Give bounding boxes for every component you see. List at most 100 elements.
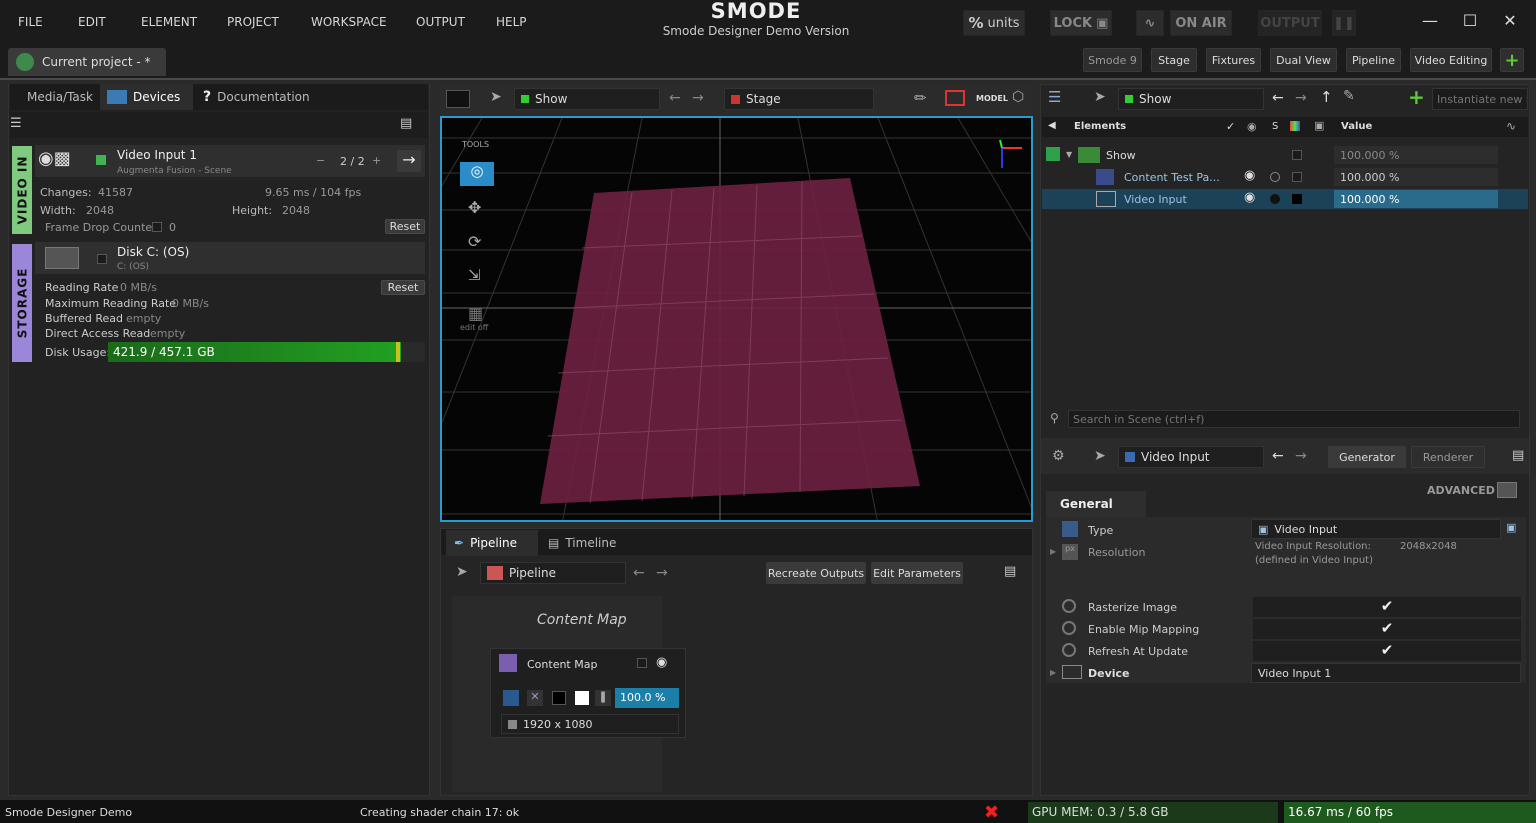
parent-up-icon[interactable]: ↑ (1320, 88, 1333, 106)
ruler-icon[interactable]: ✏ (914, 89, 927, 107)
tab-media-task[interactable]: Media/Task (27, 86, 93, 108)
inspector-back-icon[interactable]: ← (1272, 448, 1284, 464)
tab-documentation[interactable]: ? Documentation (203, 86, 310, 108)
content-map-visibility-icon[interactable]: ◉ (656, 655, 667, 670)
menu-help[interactable]: HELP (496, 15, 527, 29)
content-test-pattern-plane[interactable] (540, 178, 920, 504)
minimize-icon[interactable]: — (1418, 11, 1442, 33)
type-dropdown[interactable]: ▣ Video Input (1251, 519, 1501, 539)
pipeline-dropdown[interactable]: Pipeline (480, 562, 626, 584)
resolution-expand-icon[interactable]: ▶ (1050, 547, 1056, 556)
recreate-outputs-button[interactable]: Recreate Outputs (766, 562, 866, 584)
add-element-icon[interactable]: + (1408, 85, 1425, 109)
edit-parameters-button[interactable]: Edit Parameters (871, 562, 963, 584)
menu-project[interactable]: PROJECT (227, 15, 279, 29)
renderer-tab[interactable]: Renderer (1411, 446, 1485, 468)
mip-checkbox[interactable]: ✔ (1253, 619, 1521, 639)
goto-arrow-icon[interactable]: → (397, 150, 421, 172)
video-input-value[interactable]: 100.000 % (1334, 190, 1498, 208)
device-expand-icon[interactable]: ▶ (1050, 668, 1056, 677)
disk-checkbox[interactable] (97, 254, 107, 264)
inspector-pin-icon[interactable]: ➤ (1094, 448, 1106, 464)
reset-video-button[interactable]: Reset (385, 219, 425, 234)
content-test-visibility-icon[interactable]: ◉ (1244, 168, 1255, 183)
pipeline-forward-icon[interactable]: → (656, 565, 668, 581)
mask-icon[interactable]: ✕ (527, 690, 543, 706)
show-color-checkbox[interactable] (1292, 150, 1302, 160)
increment-button[interactable]: + (372, 154, 381, 167)
panel-menu-icon[interactable]: ▤ (400, 116, 422, 134)
stage-dropdown[interactable]: Stage (724, 88, 874, 110)
inspector-forward-icon[interactable]: → (1295, 448, 1307, 464)
camera-view-icon[interactable] (446, 90, 470, 108)
layout-dual-view[interactable]: Dual View (1270, 48, 1337, 72)
inspector-menu-icon[interactable]: ▤ (1512, 448, 1524, 463)
resolution-dropdown[interactable]: 1920 x 1080 (501, 714, 679, 734)
layout-smode9[interactable]: Smode 9 (1083, 48, 1142, 72)
content-map-checkbox[interactable] (637, 658, 647, 668)
scene-forward-icon[interactable]: → (1295, 90, 1307, 106)
select-tool-icon[interactable]: ◎ (460, 162, 494, 186)
show-value[interactable]: 100.000 % (1334, 146, 1498, 164)
video-input-visibility-icon[interactable]: ◉ (1244, 190, 1255, 205)
content-test-solo[interactable] (1270, 172, 1280, 182)
pipeline-back-icon[interactable]: ← (633, 565, 645, 581)
white-swatch[interactable] (575, 691, 589, 705)
reset-disk-button[interactable]: Reset (381, 280, 425, 295)
forward-arrow-icon[interactable]: → (692, 90, 704, 106)
instantiate-input[interactable] (1432, 88, 1528, 110)
rotate-tool-icon[interactable]: ⟳ (468, 232, 481, 251)
tab-devices[interactable]: Devices (100, 84, 193, 110)
model-toggle-icon[interactable]: ⬡ (1012, 89, 1024, 105)
layout-fixtures[interactable]: Fixtures (1206, 48, 1261, 72)
close-icon[interactable]: ✕ (1498, 11, 1522, 33)
layout-video-editing[interactable]: Video Editing (1410, 48, 1492, 72)
settings-sliders-icon[interactable]: ⚙ (1052, 448, 1065, 464)
menu-output[interactable]: OUTPUT (416, 15, 465, 29)
layout-pipeline[interactable]: Pipeline (1346, 48, 1401, 72)
decrement-button[interactable]: − (316, 154, 325, 167)
video-input-solo[interactable] (1270, 194, 1280, 204)
menu-file[interactable]: FILE (18, 15, 43, 29)
move-tool-icon[interactable]: ✥ (468, 198, 481, 217)
content-test-checkbox[interactable] (1292, 172, 1302, 182)
menu-edit[interactable]: EDIT (78, 15, 106, 29)
inspector-element-dropdown[interactable]: Video Input (1118, 446, 1264, 468)
show-dropdown[interactable]: Show (514, 88, 660, 110)
opacity-field[interactable]: 100.0 % (615, 688, 679, 708)
disk-header[interactable] (35, 242, 425, 274)
generator-tab[interactable]: Generator (1328, 446, 1406, 468)
back-arrow-icon[interactable]: ← (669, 90, 681, 106)
type-link-icon[interactable]: ▣ (1506, 521, 1516, 534)
pause-icon[interactable]: ❚❚ (1332, 10, 1356, 36)
pin-icon[interactable]: ➤ (490, 89, 502, 105)
scene-show-dropdown[interactable]: Show (1118, 88, 1264, 110)
magnet-icon[interactable] (945, 90, 965, 106)
expand-icon[interactable]: ▼ (1066, 150, 1072, 159)
advanced-toggle[interactable] (1497, 482, 1517, 498)
rasterize-checkbox[interactable]: ✔ (1253, 597, 1521, 617)
maximize-icon[interactable]: ☐ (1458, 11, 1482, 33)
video-input-checkbox[interactable] (1292, 194, 1302, 204)
scene-back-icon[interactable]: ← (1272, 90, 1284, 106)
edit-grid-icon[interactable]: ▦ (468, 304, 483, 323)
scene-pin-icon[interactable]: ➤ (1094, 89, 1106, 105)
refresh-checkbox[interactable]: ✔ (1253, 641, 1521, 661)
edit-icon[interactable]: ✎ (1343, 88, 1355, 104)
units-button[interactable]: % units (963, 10, 1025, 36)
mixer-icon[interactable]: ☰ (10, 116, 32, 134)
scale-tool-icon[interactable]: ⇲ (468, 266, 481, 284)
tab-timeline[interactable]: ▤ Timeline (548, 532, 616, 554)
content-test-value[interactable]: 100.000 % (1334, 168, 1498, 186)
add-layout-icon[interactable]: + (1500, 48, 1524, 72)
layout-stage[interactable]: Stage (1151, 48, 1197, 72)
tree-view-icon[interactable]: ☰ (1048, 88, 1061, 106)
collapse-icon[interactable]: ◀ (1048, 120, 1056, 131)
menu-workspace[interactable]: WORKSPACE (311, 15, 387, 29)
pause-node-icon[interactable]: ❚ (595, 690, 611, 706)
output-button[interactable]: OUTPUT (1258, 10, 1322, 36)
frame-drop-checkbox[interactable] (152, 222, 162, 232)
menu-element[interactable]: ELEMENT (141, 15, 197, 29)
3d-viewport[interactable] (440, 116, 1033, 522)
waveform-icon[interactable]: ∿ (1136, 10, 1164, 36)
